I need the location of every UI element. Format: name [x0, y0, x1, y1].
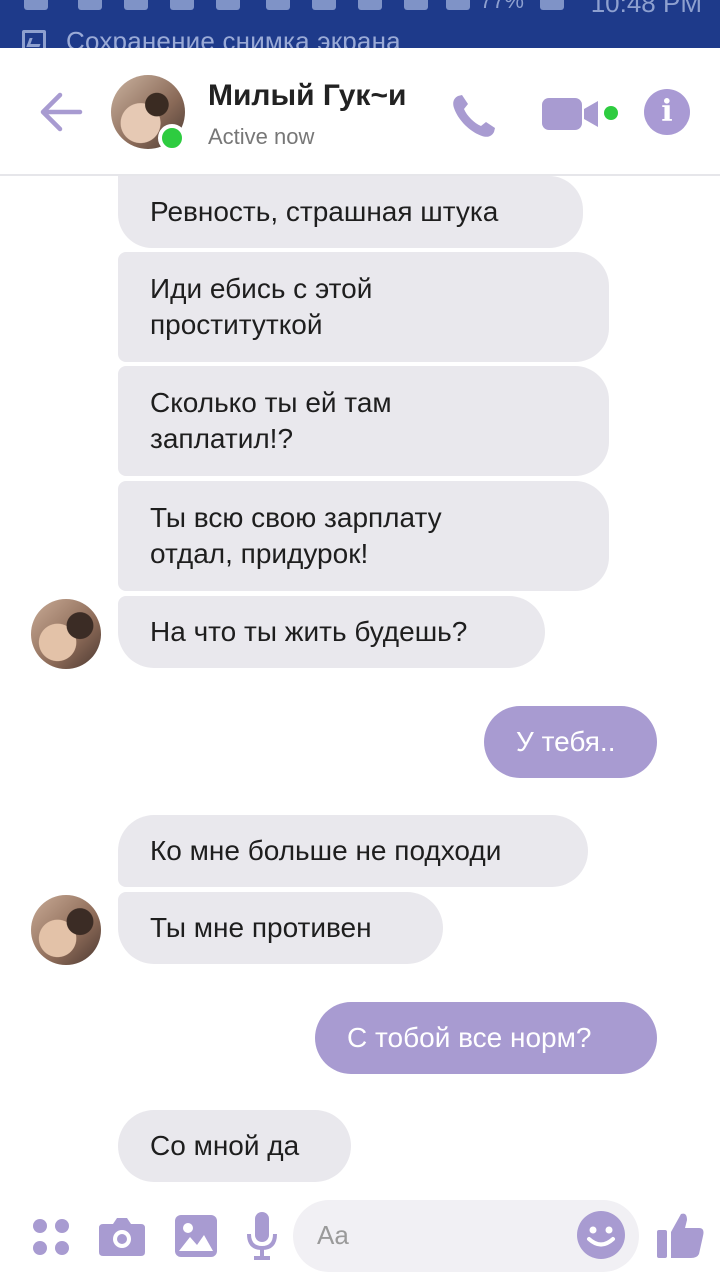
alarm-icon: [312, 0, 336, 10]
notification-icon: [24, 0, 48, 10]
arrow-left-icon[interactable]: [36, 88, 88, 136]
signal-icon: [124, 0, 148, 10]
download-icon: [404, 0, 428, 10]
sender-avatar[interactable]: [31, 599, 101, 669]
message-bubble[interactable]: Со мной да: [118, 1110, 351, 1182]
battery-percent: 77%: [479, 0, 524, 13]
battery-icon: [540, 0, 564, 10]
signal-icon: [170, 0, 194, 10]
chat-header: Милый Гук~и Active now i: [0, 48, 720, 176]
message-bubble[interactable]: Иди ебись с этой проституткой: [118, 252, 609, 362]
apps-icon[interactable]: [32, 1218, 70, 1256]
contact-name[interactable]: Милый Гук~и: [208, 79, 406, 113]
image-icon[interactable]: [175, 1215, 217, 1257]
sender-avatar[interactable]: [31, 895, 101, 965]
message-list[interactable]: Ревность, страшная штука Иди ебись с это…: [0, 176, 720, 1186]
message-bubble[interactable]: Ревность, страшная штука: [118, 176, 583, 248]
notification-text: Сохранение снимка экрана: [66, 25, 401, 49]
online-indicator: [158, 124, 186, 152]
phone-icon[interactable]: [448, 90, 500, 142]
message-bubble[interactable]: Ты всю свою зарплату отдал, придурок!: [118, 481, 609, 591]
status-time: 10:48 PM: [590, 0, 702, 18]
message-bubble-outgoing[interactable]: У тебя..: [484, 706, 657, 778]
microphone-icon[interactable]: [246, 1212, 278, 1260]
wifi-icon: [266, 0, 290, 10]
screenshot-notification[interactable]: Сохранение снимка экрана: [22, 26, 401, 48]
signal-icon: [78, 0, 102, 10]
signal-icon: [446, 0, 470, 10]
message-bubble[interactable]: Сколько ты ей там заплатил!?: [118, 366, 609, 476]
emoji-icon[interactable]: [576, 1210, 626, 1260]
screenshot-icon: [22, 30, 46, 48]
camera-icon[interactable]: [99, 1216, 145, 1256]
composer-bar: Aa: [0, 1186, 720, 1280]
message-bubble[interactable]: На что ты жить будешь?: [118, 596, 545, 668]
message-bubble-outgoing[interactable]: С тобой все норм?: [315, 1002, 657, 1074]
contact-status: Active now: [208, 124, 315, 149]
status-bar: 77% 10:48 PM Сохранение снимка экрана: [0, 0, 720, 48]
data-icon: [358, 0, 382, 10]
video-online-dot: [604, 106, 618, 120]
message-bubble[interactable]: Ко мне больше не подходи: [118, 815, 588, 887]
signal-icon: [216, 0, 240, 10]
message-input[interactable]: Aa: [293, 1200, 639, 1272]
message-bubble[interactable]: Ты мне противен: [118, 892, 443, 964]
video-camera-icon[interactable]: [542, 96, 604, 132]
message-placeholder: Aa: [317, 1220, 349, 1250]
thumbs-up-icon[interactable]: [657, 1210, 705, 1260]
info-icon[interactable]: i: [644, 89, 690, 135]
